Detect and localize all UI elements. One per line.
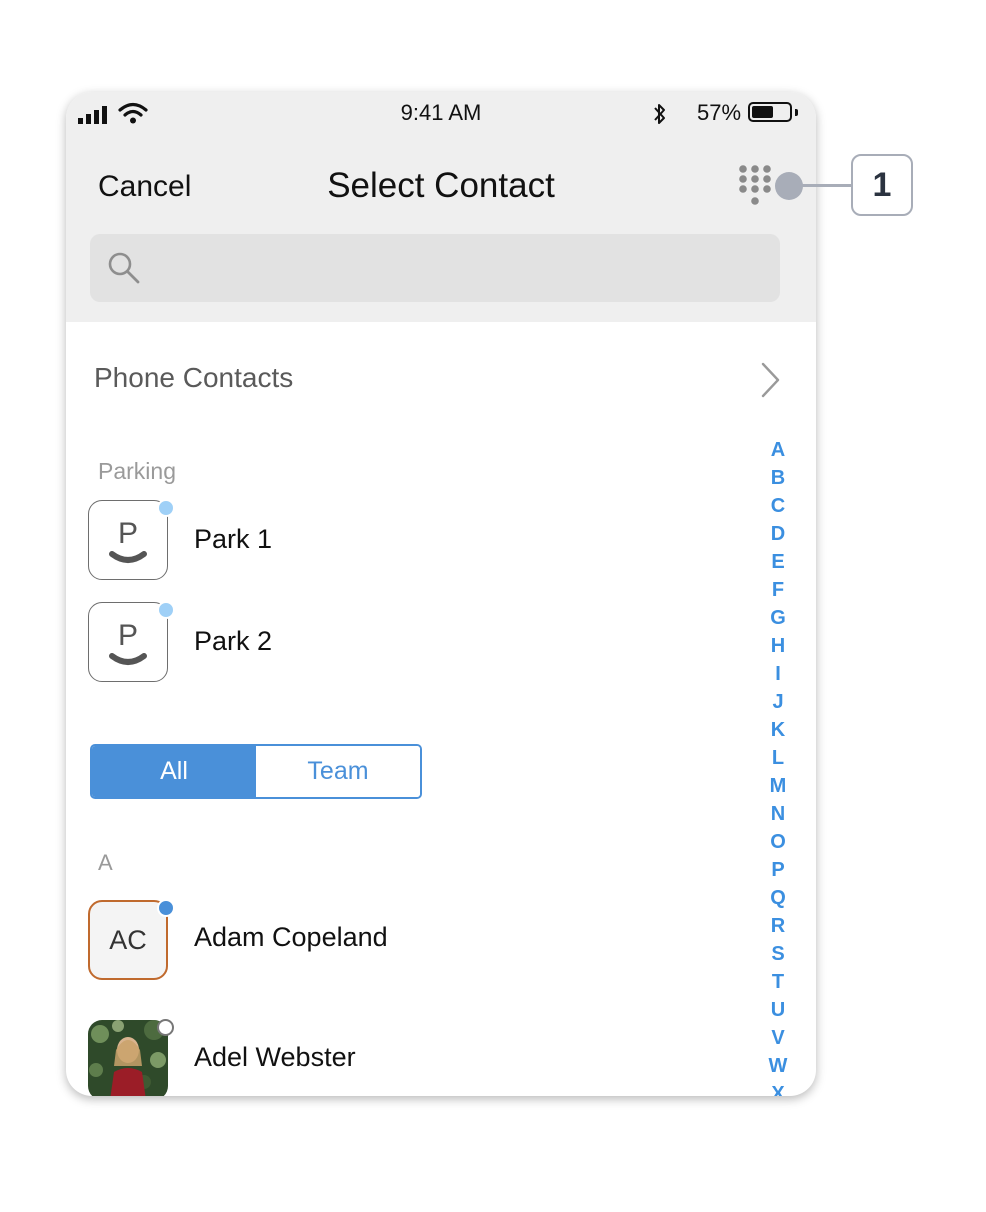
index-letter-j[interactable]: J (766, 688, 790, 716)
phone-contacts-row[interactable]: Phone Contacts (66, 342, 816, 418)
index-letter-x[interactable]: X (766, 1080, 790, 1096)
battery-nub (795, 109, 798, 116)
battery-fill (752, 106, 773, 118)
battery-percent: 57% (697, 100, 742, 125)
index-letter-f[interactable]: F (766, 576, 790, 604)
index-letter-p[interactable]: P (766, 856, 790, 884)
presence-indicator (157, 601, 175, 619)
park-phone-icon: P (108, 619, 147, 665)
contact-name: Adam Copeland (194, 922, 388, 952)
page-title: Select Contact (327, 166, 555, 205)
park-avatar: P (88, 500, 168, 580)
chevron-right-icon (761, 362, 780, 398)
index-letter-q[interactable]: Q (766, 884, 790, 912)
presence-indicator (157, 499, 175, 517)
parking-name: Park 2 (194, 626, 273, 656)
top-bar: 9:41 AM 57% Cancel Select Contact (66, 92, 816, 322)
index-letter-l[interactable]: L (766, 744, 790, 772)
filter-segmented-control: All Team (90, 744, 422, 799)
tab-team[interactable]: Team (256, 746, 420, 797)
battery-icon (748, 102, 792, 122)
index-letter-r[interactable]: R (766, 912, 790, 940)
index-letter-d[interactable]: D (766, 520, 790, 548)
contact-row[interactable]: AC Adam Copeland (66, 899, 756, 984)
search-icon (108, 252, 140, 284)
index-letter-m[interactable]: M (766, 772, 790, 800)
index-letter-g[interactable]: G (766, 604, 790, 632)
callout-number-badge: 1 (851, 154, 913, 216)
tab-all[interactable]: All (92, 746, 256, 797)
index-letter-t[interactable]: T (766, 968, 790, 996)
avatar-photo (88, 1020, 168, 1096)
park-phone-icon: P (108, 517, 147, 563)
parking-row[interactable]: P Park 2 (66, 601, 756, 686)
index-letter-k[interactable]: K (766, 716, 790, 744)
search-input[interactable] (90, 234, 780, 302)
index-letter-o[interactable]: O (766, 828, 790, 856)
section-header-parking: Parking (98, 458, 176, 484)
index-letter-s[interactable]: S (766, 940, 790, 968)
index-letter-a[interactable]: A (766, 436, 790, 464)
dialpad-icon[interactable] (738, 164, 772, 208)
index-letter-n[interactable]: N (766, 800, 790, 828)
avatar (88, 1020, 168, 1096)
park-avatar-letter: P (117, 517, 137, 550)
park-avatar-letter: P (117, 619, 137, 652)
index-letter-v[interactable]: V (766, 1024, 790, 1052)
index-letter-w[interactable]: W (766, 1052, 790, 1080)
index-letter-h[interactable]: H (766, 632, 790, 660)
index-letter-i[interactable]: I (766, 660, 790, 688)
contact-row[interactable]: Adel Webster (66, 1019, 756, 1096)
park-avatar: P (88, 602, 168, 682)
presence-indicator (157, 1019, 174, 1036)
phone-contacts-label: Phone Contacts (94, 362, 294, 393)
index-letter-u[interactable]: U (766, 996, 790, 1024)
callout-dot (775, 172, 803, 200)
index-letter-c[interactable]: C (766, 492, 790, 520)
section-header-a: A (98, 850, 113, 875)
parking-row[interactable]: P Park 1 (66, 499, 756, 584)
alphabet-index: ABCDEFGHIJKLMNOPQRSTUVWX (766, 436, 790, 1096)
bluetooth-icon (654, 104, 665, 124)
presence-indicator (157, 899, 175, 917)
avatar: AC (88, 900, 168, 980)
parking-name: Park 1 (194, 524, 273, 554)
phone-frame: 9:41 AM 57% Cancel Select Contact Phone … (66, 92, 816, 1096)
index-letter-e[interactable]: E (766, 548, 790, 576)
contact-name: Adel Webster (194, 1042, 356, 1072)
index-letter-b[interactable]: B (766, 464, 790, 492)
